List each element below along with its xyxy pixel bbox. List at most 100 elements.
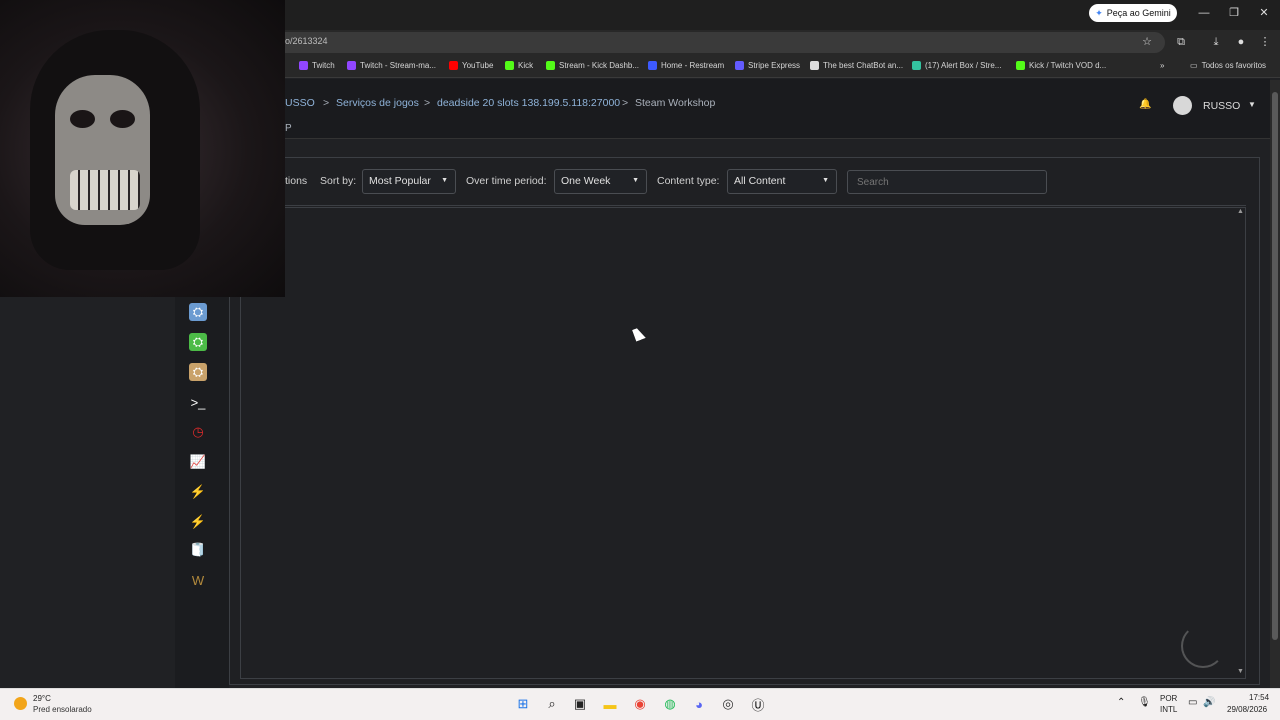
- time-period-select[interactable]: One Week ▼: [554, 169, 647, 194]
- keyboard-layout[interactable]: INTL: [1160, 705, 1177, 714]
- bookmark-label: Stripe Express: [748, 61, 801, 70]
- toilet-paper-icon[interactable]: 🧻: [189, 541, 207, 559]
- weather-description[interactable]: Pred ensolarado: [33, 705, 92, 714]
- chart-icon[interactable]: 📈: [189, 453, 207, 471]
- spotify-icon[interactable]: ◍: [661, 695, 679, 713]
- workshop-content-area: [240, 207, 1246, 679]
- webcam-overlay: [0, 0, 285, 297]
- bookmark-item[interactable]: Twitch - Stream-ma...: [347, 61, 436, 70]
- bookmark-item[interactable]: YouTube: [449, 61, 493, 70]
- bookmark-favicon-icon: [810, 61, 819, 70]
- search-icon[interactable]: ⌕: [543, 695, 561, 713]
- chrome-icon[interactable]: ◉: [631, 695, 649, 713]
- bookmark-favicon-icon: [648, 61, 657, 70]
- bookmark-favicon-icon: [912, 61, 921, 70]
- bookmark-item[interactable]: Stripe Express: [735, 61, 800, 70]
- w-logo-icon[interactable]: W: [189, 571, 207, 589]
- content-type-label: Content type:: [657, 175, 720, 187]
- omnibox[interactable]: [230, 32, 1165, 53]
- clock-time[interactable]: 17:54: [1249, 693, 1269, 702]
- avatar[interactable]: [1173, 96, 1192, 115]
- microphone-icon[interactable]: 🎙: [1138, 697, 1151, 708]
- steam-blue-icon[interactable]: ⛭: [189, 303, 207, 321]
- folder-icon: ▭: [1190, 61, 1198, 70]
- gemini-sparkle-icon: ✦: [1095, 7, 1103, 18]
- clock-icon[interactable]: ◷: [189, 423, 207, 441]
- bookmark-favicon-icon: [299, 61, 308, 70]
- all-bookmarks-folder[interactable]: ▭ Todos os favoritos: [1190, 61, 1266, 70]
- network-icon[interactable]: ▭: [1188, 697, 1197, 708]
- bookmark-favicon-icon: [449, 61, 458, 70]
- bookmark-item[interactable]: Home - Restream: [648, 61, 724, 70]
- volume-icon[interactable]: 🔊: [1203, 697, 1215, 708]
- url-text[interactable]: o/2613324: [285, 36, 328, 46]
- windows-start-icon[interactable]: ⊞: [514, 695, 532, 713]
- bookmark-item[interactable]: Stream - Kick Dashb...: [546, 61, 639, 70]
- bookmark-label: Kick: [518, 61, 534, 70]
- bookmark-item[interactable]: Kick / Twitch VOD d...: [1016, 61, 1106, 70]
- bookmark-item[interactable]: (17) Alert Box / Stre...: [912, 61, 1001, 70]
- unreal-icon[interactable]: Ⓤ: [749, 695, 767, 713]
- content-type-select[interactable]: All Content ▼: [727, 169, 837, 194]
- sort-by-value: Most Popular: [369, 175, 431, 187]
- discord-icon[interactable]: ◕: [690, 695, 708, 713]
- breadcrumb-separator: >: [323, 97, 330, 109]
- download-icon[interactable]: ⤓: [1209, 35, 1223, 49]
- loading-spinner: [1181, 624, 1225, 668]
- bookmark-label: Stream - Kick Dashb...: [559, 61, 640, 70]
- bookmark-label: (17) Alert Box / Stre...: [925, 61, 1002, 70]
- lightning-icon-2[interactable]: ⚡: [189, 513, 207, 531]
- weather-temperature[interactable]: 29°C: [33, 694, 51, 703]
- collections-label[interactable]: tions: [285, 175, 307, 187]
- clock-date[interactable]: 29/08/2026: [1227, 705, 1267, 714]
- bookmark-favicon-icon: [347, 61, 356, 70]
- scroll-down-arrow-icon[interactable]: ▼: [1237, 668, 1244, 675]
- caret-down-icon: ▼: [822, 177, 829, 184]
- sort-by-label: Sort by:: [320, 175, 357, 187]
- bookmark-item[interactable]: Kick: [505, 61, 533, 70]
- steam-green-icon[interactable]: ⛭: [189, 333, 207, 351]
- time-period-value: One Week: [561, 175, 611, 187]
- content-type-value: All Content: [734, 175, 786, 187]
- sort-by-select[interactable]: Most Popular ▼: [362, 169, 456, 194]
- menu-kebab-icon[interactable]: ⋮: [1258, 35, 1272, 49]
- page-header: [229, 79, 1270, 139]
- steam-tan-icon[interactable]: ⛭: [189, 363, 207, 381]
- lightning-icon[interactable]: ⚡: [189, 483, 207, 501]
- task-view-icon[interactable]: ▣: [571, 695, 589, 713]
- caret-down-icon[interactable]: ▼: [1248, 100, 1256, 109]
- tray-chevron-up-icon[interactable]: ⌃: [1117, 697, 1125, 708]
- ask-gemini-button[interactable]: ✦ Peça ao Gemini: [1089, 4, 1177, 22]
- scroll-up-arrow-icon[interactable]: ▲: [1237, 208, 1244, 215]
- webcam-mask-teeth: [70, 170, 140, 210]
- notification-bell-icon[interactable]: 🔔: [1139, 99, 1151, 110]
- file-explorer-icon[interactable]: ▬: [601, 695, 619, 713]
- bookmark-label: Home - Restream: [661, 61, 725, 70]
- bookmark-label: YouTube: [462, 61, 494, 70]
- search-input[interactable]: [847, 170, 1047, 194]
- ask-gemini-label: Peça ao Gemini: [1106, 8, 1171, 18]
- username[interactable]: RUSSO: [1203, 100, 1240, 112]
- breadcrumb-root[interactable]: USSO: [285, 97, 315, 109]
- bookmark-star-icon[interactable]: ☆: [1140, 35, 1154, 49]
- page-scrollbar-thumb[interactable]: [1272, 92, 1278, 640]
- bookmark-item[interactable]: Twitch: [299, 61, 335, 70]
- caret-down-icon: ▼: [441, 177, 448, 184]
- breadcrumb-game-services[interactable]: Serviços de jogos: [336, 97, 419, 109]
- webcam-mask-eye: [70, 110, 95, 128]
- more-bookmarks-button[interactable]: »: [1160, 61, 1164, 70]
- obs-icon[interactable]: ◎: [719, 695, 737, 713]
- minimize-icon[interactable]: —: [1196, 6, 1212, 20]
- console-icon[interactable]: >_: [189, 393, 207, 411]
- restore-icon[interactable]: ❐: [1226, 6, 1242, 20]
- profile-avatar-icon[interactable]: ●: [1234, 35, 1248, 49]
- bookmark-label: Kick / Twitch VOD d...: [1029, 61, 1107, 70]
- sun-weather-icon[interactable]: [14, 697, 27, 710]
- language-indicator[interactable]: POR: [1160, 694, 1177, 703]
- time-period-label: Over time period:: [466, 175, 547, 187]
- breadcrumb-server[interactable]: deadside 20 slots 138.199.5.118:27000: [437, 97, 620, 109]
- breadcrumb-separator: >: [424, 97, 431, 109]
- bookmark-item[interactable]: The best ChatBot an...: [810, 61, 903, 70]
- close-icon[interactable]: ✕: [1256, 6, 1272, 20]
- extensions-icon[interactable]: ⧉: [1174, 35, 1188, 49]
